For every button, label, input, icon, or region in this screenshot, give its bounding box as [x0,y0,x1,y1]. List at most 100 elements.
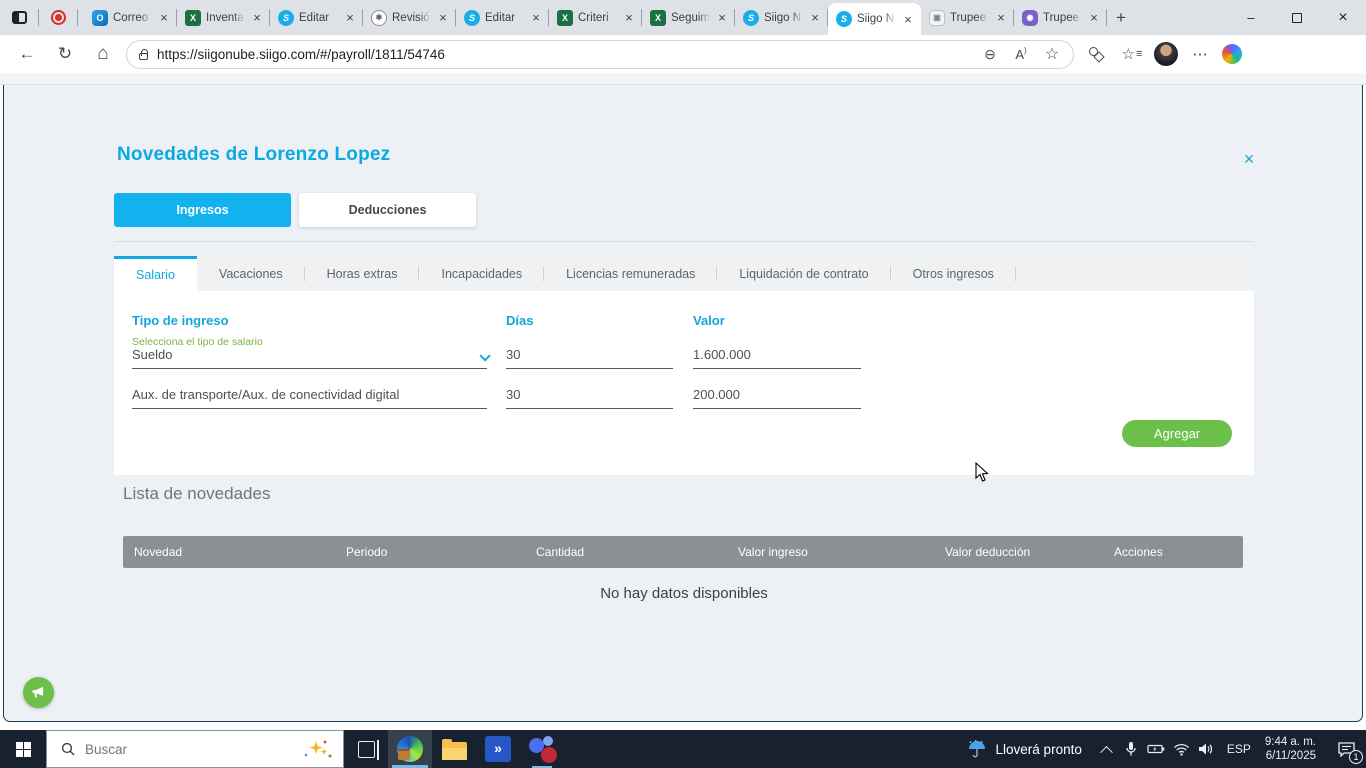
salary-type-select[interactable]: Sueldo [132,342,491,369]
close-icon[interactable] [1087,11,1101,25]
siigo-icon [743,9,759,26]
language-indicator[interactable]: ESP [1219,730,1259,768]
wifi-icon [1173,743,1189,756]
shapes-icon [1089,47,1103,61]
close-icon[interactable] [250,11,264,25]
url-input[interactable] [157,46,970,62]
days-input-2[interactable]: 30 [506,382,673,409]
search-input[interactable] [85,741,293,757]
settings-menu-icon[interactable] [1186,40,1214,68]
extensions-icon[interactable] [1082,40,1110,68]
subtab-vacaciones[interactable]: Vacaciones [197,256,305,291]
browser-tab-editar-1[interactable]: Editar [270,0,363,35]
battery-tray-button[interactable] [1144,730,1169,768]
volume-tray-button[interactable] [1194,730,1219,768]
zoom-out-icon[interactable] [979,46,1001,63]
weather-widget[interactable]: Lloverá pronto [955,730,1094,768]
blue-app-icon [485,736,511,762]
value-input-1[interactable]: 1.600.000 [693,342,861,369]
close-icon[interactable] [529,11,543,25]
tab-title: Editar [485,11,516,24]
browser-tab-trupee-2[interactable]: Trupee [1014,0,1107,35]
taskbar-search[interactable] [46,730,344,768]
close-window-button[interactable] [1320,0,1366,35]
browser-tab-correo[interactable]: Correo [84,0,177,35]
record-icon [50,10,66,25]
tab-deducciones[interactable]: Deducciones [299,193,476,227]
browser-tab-inventario[interactable]: Inventa [177,0,270,35]
task-view-button[interactable] [344,730,388,768]
browser-tab-trupee-1[interactable]: Trupee [921,0,1014,35]
favorite-icon[interactable] [1041,44,1063,64]
close-icon[interactable] [436,11,450,25]
tray-overflow-button[interactable] [1094,730,1119,768]
edge-taskbar-button[interactable] [388,730,432,768]
weather-label: Lloverá pronto [995,741,1082,757]
close-icon[interactable] [157,11,171,25]
new-tab-button[interactable] [1107,4,1135,32]
action-center-button[interactable]: 1 [1326,730,1366,768]
novelty-list-heading: Lista de novedades [123,484,271,503]
agregar-button[interactable]: Agregar [1122,420,1232,447]
task-view-icon [357,740,379,758]
umbrella-rain-icon [968,739,985,758]
home-button[interactable] [88,39,118,69]
battery-icon [1147,744,1165,754]
collections-icon[interactable] [1118,40,1146,68]
subtab-incapacidades[interactable]: Incapacidades [419,256,544,291]
days-value: 30 [506,387,521,402]
back-button[interactable] [12,39,42,69]
tab-actions-button[interactable] [6,5,32,31]
browser-tab-revision[interactable]: Revisió [363,0,456,35]
subtab-liquidacion-contrato[interactable]: Liquidación de contrato [717,256,891,291]
profile-avatar[interactable] [1154,42,1178,66]
clock[interactable]: 9:44 a. m. 6/11/2025 [1259,730,1326,768]
browser-tab-siigo-1[interactable]: Siigo N [735,0,828,35]
wifi-tray-button[interactable] [1169,730,1194,768]
browser-tab-siigo-active[interactable]: Siigo N [828,3,921,35]
toolbar-lower-strip [0,73,1366,85]
browser-tab-seguimiento[interactable]: Seguim [642,0,735,35]
close-icon[interactable] [994,11,1008,25]
notification-count-badge: 1 [1349,750,1363,764]
transport-aux-field[interactable]: Aux. de transporte/Aux. de conectividad … [132,382,487,409]
excel-icon [185,9,201,26]
col-valor-deduccion: Valor deducción [945,545,1031,559]
close-icon[interactable] [715,11,729,25]
subtab-salario[interactable]: Salario [114,256,197,291]
days-input-1[interactable]: 30 [506,342,673,369]
subtab-otros-ingresos[interactable]: Otros ingresos [891,256,1017,291]
browser-tab-criterios[interactable]: Criteri [549,0,642,35]
close-modal-button[interactable] [1238,148,1260,170]
value-input-2[interactable]: 200.000 [693,382,861,409]
maximize-button[interactable] [1274,0,1320,35]
page-title: Novedades de Lorenzo Lopez [117,144,391,165]
subtab-licencias-remuneradas[interactable]: Licencias remuneradas [544,256,718,291]
microphone-tray-button[interactable] [1119,730,1144,768]
browser-tab-editar-2[interactable]: Editar [456,0,549,35]
folder-icon [441,738,467,760]
date-label: 6/11/2025 [1265,750,1316,762]
address-bar[interactable] [126,39,1074,69]
feedback-fab[interactable] [23,677,54,708]
browser-toolbar [0,35,1366,73]
tab-title: Correo [113,11,149,24]
blue-app-button[interactable] [476,730,520,768]
close-icon[interactable] [343,11,357,25]
start-button[interactable] [0,730,46,768]
copilot-icon[interactable] [1222,44,1242,64]
minimize-button[interactable] [1228,0,1274,35]
tab-ingresos[interactable]: Ingresos [114,193,291,227]
reload-button[interactable] [50,39,80,69]
siigo-icon [464,9,480,26]
close-icon[interactable] [901,12,915,26]
file-explorer-button[interactable] [432,730,476,768]
read-aloud-icon[interactable] [1010,46,1032,62]
teams-button[interactable] [520,730,564,768]
tab-title: Siigo N [764,11,802,24]
divider [77,9,78,26]
close-icon[interactable] [622,11,636,25]
close-icon[interactable] [808,11,822,25]
subtab-horas-extras[interactable]: Horas extras [305,256,420,291]
recording-indicator[interactable] [45,5,71,31]
